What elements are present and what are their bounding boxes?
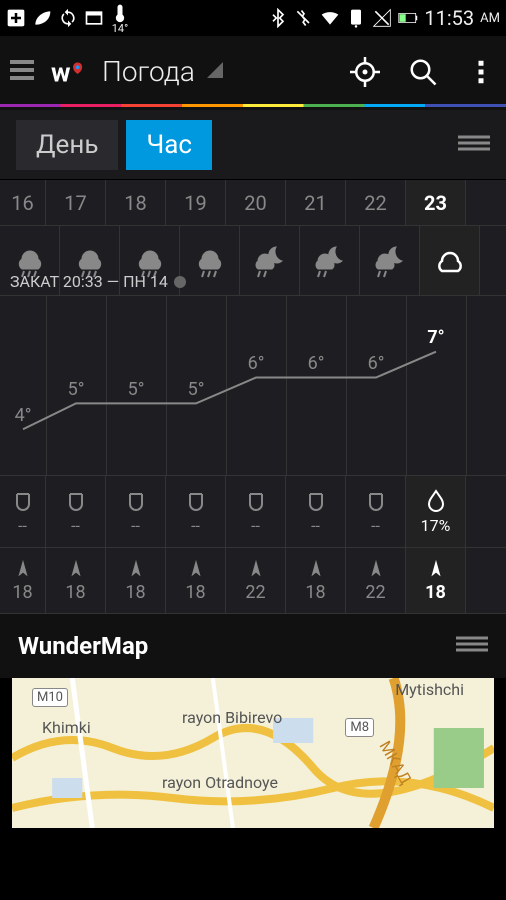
road-label-m8: M8 xyxy=(345,718,374,737)
precip-cell: -- xyxy=(0,476,46,547)
wind-cell: 22 xyxy=(226,548,286,613)
precip-cell: 17% xyxy=(406,476,466,547)
hour-cell[interactable]: 19 xyxy=(166,180,226,225)
status-time: 11:53 xyxy=(424,6,474,30)
weather-icon-cell xyxy=(300,226,360,295)
wind-cell: 18 xyxy=(106,548,166,613)
search-icon[interactable] xyxy=(408,57,438,87)
precip-cell: -- xyxy=(106,476,166,547)
hourly-forecast[interactable]: 1617181920212223 ЗАКАТ 20:33 — ПН 14 4°5… xyxy=(0,180,506,614)
wundermap-header: WunderMap xyxy=(0,614,506,678)
wind-cell: 18 xyxy=(406,548,466,613)
temp-value: 6° xyxy=(248,353,265,374)
leaf-icon xyxy=(32,8,52,28)
weather-icon-cell xyxy=(180,226,240,295)
panel-menu-icon[interactable] xyxy=(458,132,490,158)
sunset-label: ЗАКАТ 20:33 — ПН 14 xyxy=(10,272,186,291)
rainbow-divider xyxy=(0,104,506,107)
dropdown-indicator[interactable] xyxy=(207,62,223,82)
window-icon xyxy=(84,8,104,28)
wind-cell: 18 xyxy=(166,548,226,613)
temp-value: 5° xyxy=(128,379,145,400)
wundermap-menu-icon[interactable] xyxy=(456,633,488,659)
vibrate-icon xyxy=(294,8,314,28)
bluetooth-icon xyxy=(268,8,288,28)
sim-icon xyxy=(346,8,366,28)
road-label-m10: M10 xyxy=(32,688,68,707)
tabs-row: День Час xyxy=(0,110,506,180)
temp-value: 7° xyxy=(427,327,444,348)
wind-cell: 18 xyxy=(286,548,346,613)
weather-icon-cell xyxy=(420,226,480,295)
app-bar: w Погода xyxy=(0,36,506,110)
map-label-khimki: Khimki xyxy=(42,718,91,737)
overflow-icon[interactable] xyxy=(466,57,496,87)
hour-cell[interactable]: 23 xyxy=(406,180,466,225)
status-temp-icon: 14° xyxy=(110,3,130,34)
locate-icon[interactable] xyxy=(350,57,380,87)
temp-value: 4° xyxy=(15,405,32,426)
weather-icon-cell xyxy=(240,226,300,295)
status-bar: 14° 11:53 AM xyxy=(0,0,506,36)
wundermap-title: WunderMap xyxy=(18,632,148,660)
precip-cell: -- xyxy=(286,476,346,547)
status-ampm: AM xyxy=(480,11,500,26)
battery-icon xyxy=(398,8,418,28)
precip-cell: -- xyxy=(346,476,406,547)
hour-cell[interactable]: 22 xyxy=(346,180,406,225)
no-signal-icon xyxy=(372,8,392,28)
sync-icon xyxy=(58,8,78,28)
menu-icon[interactable] xyxy=(10,59,42,85)
tab-hour[interactable]: Час xyxy=(126,120,212,170)
app-title[interactable]: Погода xyxy=(102,55,195,88)
wind-cell: 18 xyxy=(46,548,106,613)
temp-value: 6° xyxy=(308,353,325,374)
wind-cell: 22 xyxy=(346,548,406,613)
hour-cell[interactable]: 17 xyxy=(46,180,106,225)
temp-value: 5° xyxy=(68,379,85,400)
wind-cell: 18 xyxy=(0,548,46,613)
map-label-bibirevo: rayon Bibirevo xyxy=(182,708,282,727)
precip-cell: -- xyxy=(46,476,106,547)
plus-icon xyxy=(6,8,26,28)
hour-cell[interactable]: 20 xyxy=(226,180,286,225)
weather-icon-cell xyxy=(360,226,420,295)
hour-cell[interactable]: 21 xyxy=(286,180,346,225)
tab-day[interactable]: День xyxy=(16,120,118,170)
sunset-dot-icon xyxy=(174,276,186,288)
temp-chart: 4° 5° 5° 5° 6° 6° 6° 7° xyxy=(0,296,506,476)
wifi-icon xyxy=(320,8,340,28)
precip-cell: -- xyxy=(226,476,286,547)
status-temp-value: 14° xyxy=(112,23,128,34)
svg-text:w: w xyxy=(51,57,71,88)
app-logo: w xyxy=(50,52,90,92)
map-label-mytishchi: Mytishchi xyxy=(395,680,464,699)
temp-value: 6° xyxy=(368,353,385,374)
map-label-otradnoye: rayon Otradnoye xyxy=(162,773,278,792)
wundermap-map[interactable]: M10 M8 Khimki rayon Bibirevo rayon Otrad… xyxy=(12,678,494,828)
temp-value: 5° xyxy=(188,379,205,400)
hour-cell[interactable]: 16 xyxy=(0,180,46,225)
precip-cell: -- xyxy=(166,476,226,547)
hour-cell[interactable]: 18 xyxy=(106,180,166,225)
